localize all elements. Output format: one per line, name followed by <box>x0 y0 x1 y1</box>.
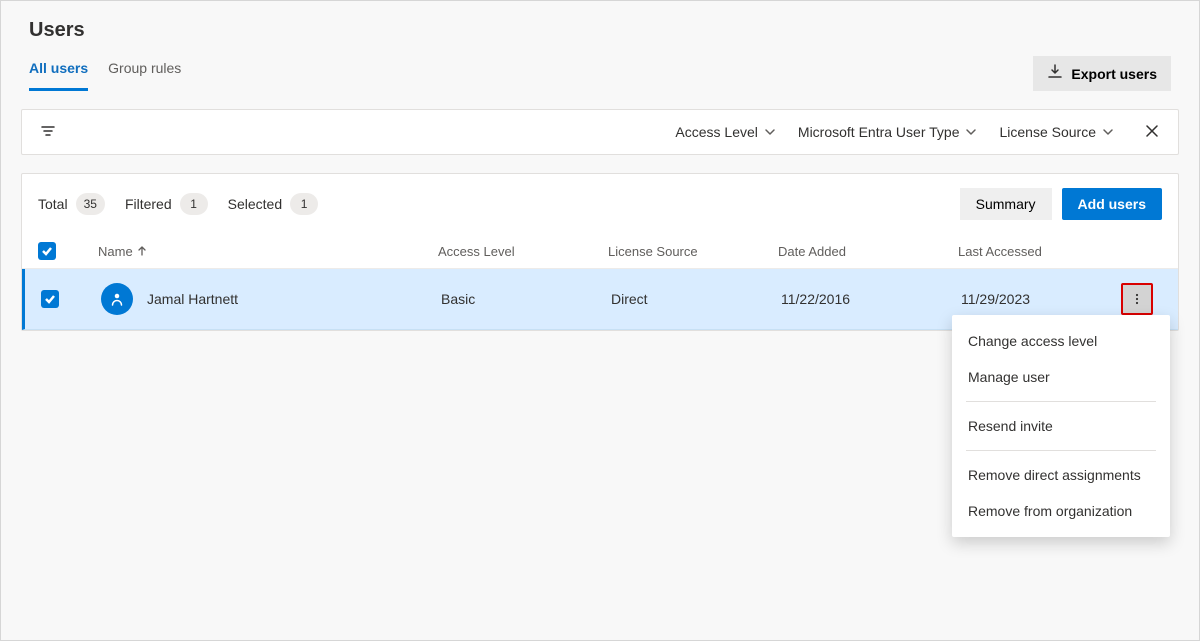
tab-row: All users Group rules Export users <box>29 56 1171 95</box>
col-date-added[interactable]: Date Added <box>778 244 958 259</box>
ctx-manage-user[interactable]: Manage user <box>952 359 1170 395</box>
row-last-accessed: 11/29/2023 <box>961 291 1121 307</box>
download-icon <box>1047 64 1063 83</box>
filter-entra-label: Microsoft Entra User Type <box>798 124 960 140</box>
stat-selected-count: 1 <box>290 193 318 215</box>
row-name: Jamal Hartnett <box>147 291 238 307</box>
select-all-cell <box>38 242 98 260</box>
stat-selected-label: Selected <box>228 196 282 212</box>
more-actions-button[interactable] <box>1121 283 1153 315</box>
ctx-separator <box>966 401 1156 402</box>
header: Users All users Group rules Export users <box>1 1 1199 95</box>
filter-license-source-label: License Source <box>999 124 1096 140</box>
filter-license-source[interactable]: License Source <box>997 120 1116 144</box>
tabs: All users Group rules <box>29 60 181 91</box>
export-users-button[interactable]: Export users <box>1033 56 1171 91</box>
select-all-checkbox[interactable] <box>38 242 56 260</box>
close-icon <box>1144 123 1160 139</box>
chevron-down-icon <box>764 126 776 138</box>
stat-total-label: Total <box>38 196 68 212</box>
stat-filtered: Filtered 1 <box>125 193 208 215</box>
filter-bar: Access Level Microsoft Entra User Type L… <box>21 109 1179 155</box>
filter-entra-user-type[interactable]: Microsoft Entra User Type <box>796 120 980 144</box>
row-context-menu: Change access level Manage user Resend i… <box>952 315 1170 537</box>
row-date-added: 11/22/2016 <box>781 291 961 307</box>
ctx-separator <box>966 450 1156 451</box>
stats-right: Summary Add users <box>960 188 1162 220</box>
stat-filtered-label: Filtered <box>125 196 172 212</box>
clear-filters-button[interactable] <box>1134 123 1160 142</box>
stat-filtered-count: 1 <box>180 193 208 215</box>
check-icon <box>41 245 53 257</box>
page-title: Users <box>29 19 1171 42</box>
row-actions-cell <box>1121 283 1181 315</box>
table-row[interactable]: Jamal Hartnett Basic Direct 11/22/2016 1… <box>22 269 1178 330</box>
col-license-source[interactable]: License Source <box>608 244 778 259</box>
summary-button[interactable]: Summary <box>960 188 1052 220</box>
filter-icon[interactable] <box>40 123 56 142</box>
row-access-level: Basic <box>441 291 611 307</box>
ctx-resend-invite[interactable]: Resend invite <box>952 408 1170 444</box>
col-access-level[interactable]: Access Level <box>438 244 608 259</box>
row-name-cell: Jamal Hartnett <box>101 283 441 315</box>
col-last-accessed[interactable]: Last Accessed <box>958 244 1118 259</box>
table-header: Name Access Level License Source Date Ad… <box>22 234 1178 269</box>
users-page: Users All users Group rules Export users… <box>0 0 1200 641</box>
export-label: Export users <box>1071 66 1157 82</box>
col-name-label: Name <box>98 244 133 259</box>
stat-total-count: 35 <box>76 193 105 215</box>
ctx-change-access-level[interactable]: Change access level <box>952 323 1170 359</box>
row-checkbox[interactable] <box>41 290 59 308</box>
person-icon <box>108 290 126 308</box>
row-select-cell <box>41 290 101 308</box>
check-icon <box>44 293 56 305</box>
tab-group-rules[interactable]: Group rules <box>108 60 181 91</box>
stats-row: Total 35 Filtered 1 Selected 1 Summary A… <box>22 174 1178 234</box>
ctx-remove-from-org[interactable]: Remove from organization <box>952 493 1170 529</box>
stat-total: Total 35 <box>38 193 105 215</box>
chevron-down-icon <box>965 126 977 138</box>
filter-access-level-label: Access Level <box>675 124 757 140</box>
col-name[interactable]: Name <box>98 244 438 259</box>
stat-selected: Selected 1 <box>228 193 318 215</box>
filter-access-level[interactable]: Access Level <box>673 120 777 144</box>
more-vertical-icon <box>1130 292 1144 306</box>
ctx-remove-direct-assignments[interactable]: Remove direct assignments <box>952 457 1170 493</box>
sort-ascending-icon <box>137 246 147 256</box>
tab-all-users[interactable]: All users <box>29 60 88 91</box>
avatar <box>101 283 133 315</box>
users-table-card: Total 35 Filtered 1 Selected 1 Summary A… <box>21 173 1179 331</box>
stats-left: Total 35 Filtered 1 Selected 1 <box>38 193 318 215</box>
chevron-down-icon <box>1102 126 1114 138</box>
add-users-button[interactable]: Add users <box>1062 188 1162 220</box>
row-license-source: Direct <box>611 291 781 307</box>
